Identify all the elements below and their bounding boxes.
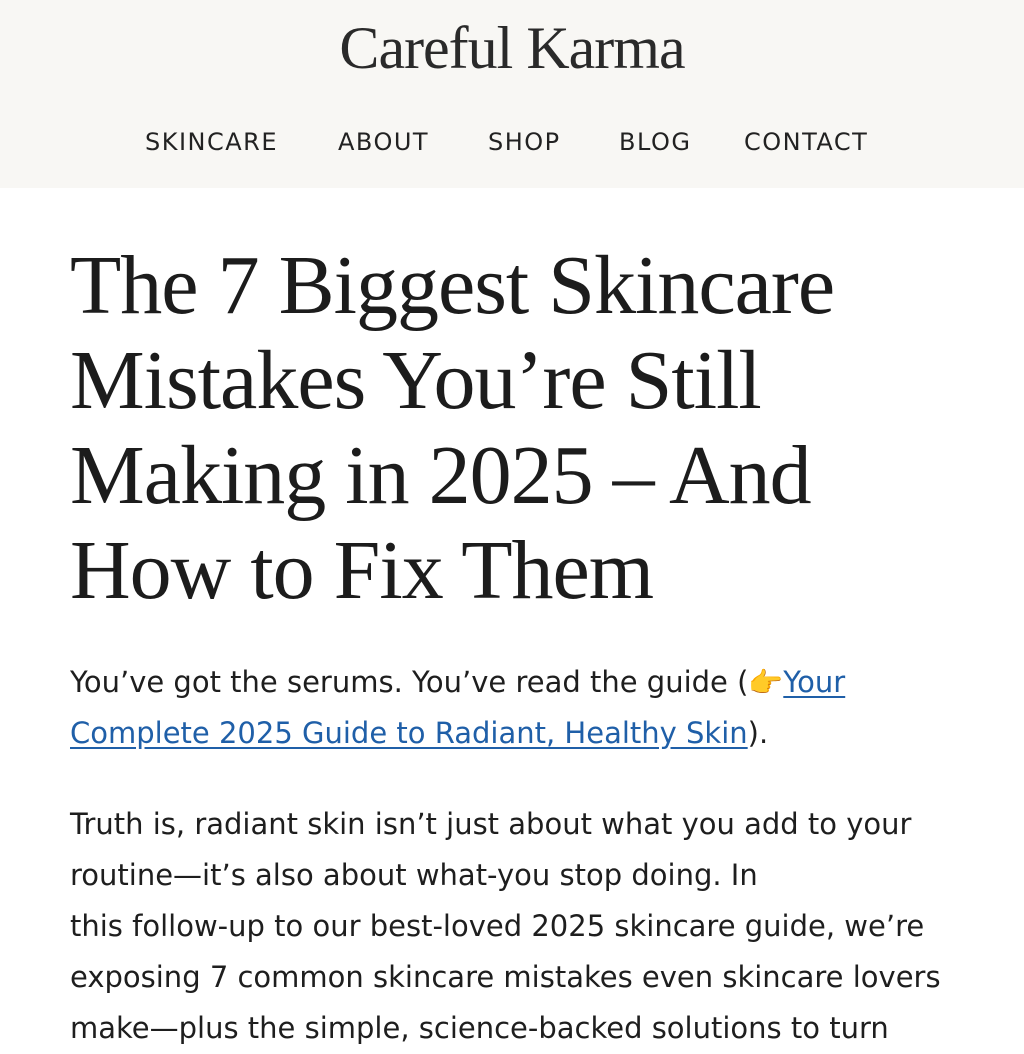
body-line: this follow-up to our best-loved 2025 sk… — [70, 909, 925, 943]
article-title: The 7 Biggest Skincare Mistakes You’re S… — [70, 239, 835, 617]
body-line: exposing 7 common skincare mistakes even… — [70, 960, 941, 994]
body-line: make—plus the simple, science-backed sol… — [70, 1011, 889, 1045]
nav-item-about[interactable]: ABOUT — [338, 128, 429, 156]
body-line: Truth is, radiant skin isn’t just about … — [70, 807, 912, 841]
body-line: routine—it’s also about what-you stop do… — [70, 858, 758, 892]
intro-text: You’ve got the serums. You’ve read the g… — [70, 665, 749, 699]
site-logo-title[interactable]: Careful Karma — [0, 14, 1024, 83]
article-intro: You’ve got the serums. You’ve read the g… — [70, 657, 950, 759]
main-nav: SKINCARE ABOUT SHOP BLOG CONTACT — [0, 128, 1024, 168]
nav-item-blog[interactable]: BLOG — [619, 128, 691, 156]
nav-item-contact[interactable]: CONTACT — [744, 128, 868, 156]
nav-item-skincare[interactable]: SKINCARE — [145, 128, 278, 156]
pointing-hand-icon: 👉 — [748, 666, 784, 699]
site-header: Careful Karma SKINCARE ABOUT SHOP BLOG C… — [0, 0, 1024, 188]
intro-text-end: ). — [747, 716, 769, 750]
nav-item-shop[interactable]: SHOP — [488, 128, 561, 156]
article-body-paragraph: Truth is, radiant skin isn’t just about … — [70, 799, 950, 1054]
